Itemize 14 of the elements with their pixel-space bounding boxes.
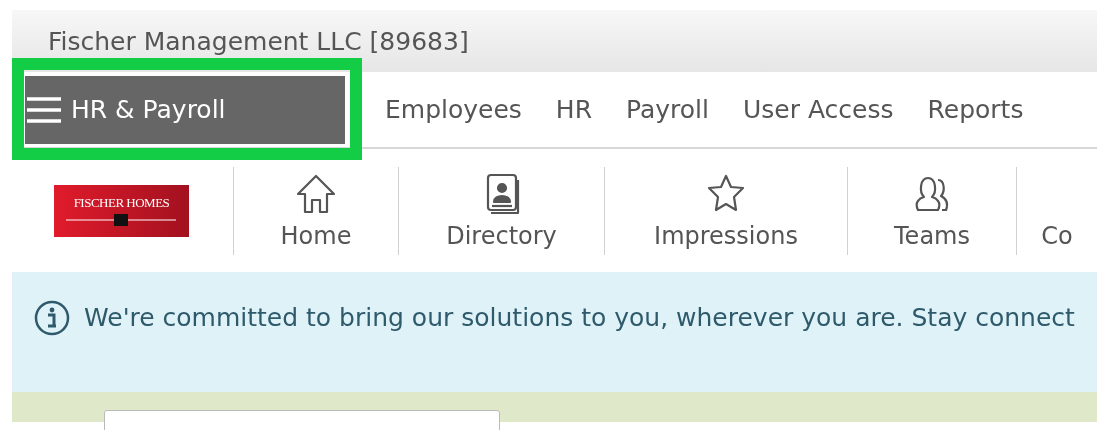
- nav-link[interactable]: Employees: [385, 95, 522, 124]
- nav-link[interactable]: User Access: [743, 95, 894, 124]
- toolbar-item[interactable]: Co: [1017, 171, 1097, 250]
- toolbar-item[interactable]: Home: [234, 171, 398, 250]
- banner-message: We're committed to bring our solutions to you, wherever you are. Stay connect: [84, 303, 1075, 332]
- nav-link[interactable]: Payroll: [626, 95, 709, 124]
- toolbar-item[interactable]: Impressions: [605, 171, 847, 250]
- logo-text: FISCHER HOMES: [73, 195, 170, 211]
- company-title: Fischer Management LLC [89683]: [48, 26, 469, 56]
- nav-link[interactable]: Reports: [927, 95, 1024, 124]
- nav-link[interactable]: HR: [555, 95, 592, 124]
- menu-button[interactable]: HR & Payroll: [25, 75, 345, 144]
- toolbar-item[interactable]: Directory: [399, 171, 604, 250]
- toolbar-item[interactable]: Teams: [848, 171, 1016, 250]
